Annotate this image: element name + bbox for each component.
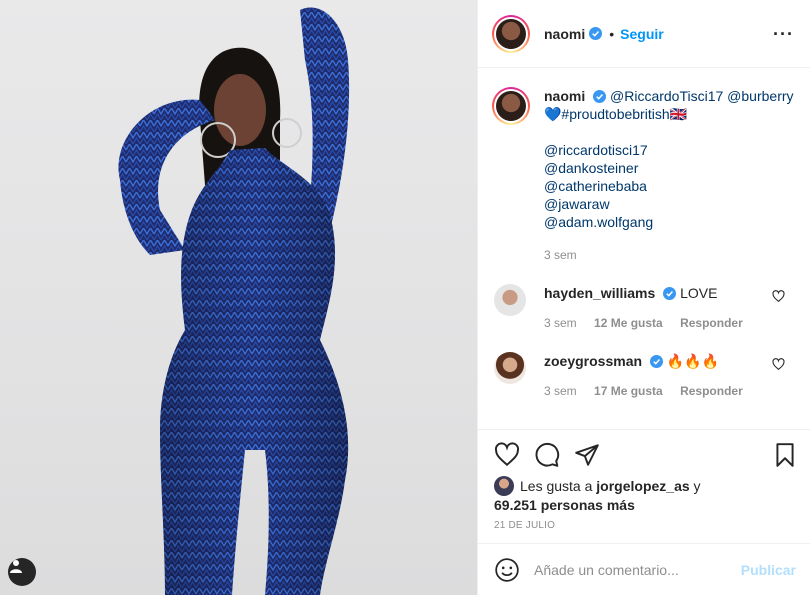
likes-connector: y xyxy=(693,478,701,494)
verified-badge-icon xyxy=(649,355,663,368)
comment-bubble-icon[interactable] xyxy=(534,442,560,468)
reply-button[interactable]: Responder xyxy=(680,384,743,398)
comment-time[interactable]: 3 sem xyxy=(544,316,577,330)
likes-summary: Les gusta a jorgelopez_as y 69.251 perso… xyxy=(494,476,794,514)
follow-button[interactable]: Seguir xyxy=(620,26,664,42)
comment-text: LOVE xyxy=(680,285,718,301)
caption-mentions[interactable]: @RiccardoTisci17 @burberry xyxy=(610,88,794,104)
post-actions xyxy=(494,440,798,470)
comment-likes[interactable]: 17 Me gusta xyxy=(594,384,663,398)
save-bookmark-icon[interactable] xyxy=(772,442,798,468)
verified-badge-icon xyxy=(663,287,677,300)
comment-avatar[interactable] xyxy=(494,352,526,384)
comment-username[interactable]: zoeygrossman xyxy=(544,353,642,369)
credit-mention[interactable]: @dankosteiner xyxy=(544,159,794,177)
reply-button[interactable]: Responder xyxy=(680,316,743,330)
post-date[interactable]: 21 DE JULIO xyxy=(494,520,555,531)
caption-username[interactable]: naomi xyxy=(544,88,585,104)
liker-username[interactable]: jorgelopez_as xyxy=(596,478,689,494)
comment-text: 🔥🔥🔥 xyxy=(666,353,720,369)
instagram-post: naomi • Seguir ··· naomi @RiccardoTisci1… xyxy=(0,0,810,595)
add-comment-bar: Publicar xyxy=(478,543,810,595)
like-heart-icon[interactable] xyxy=(494,442,520,468)
more-options-icon[interactable]: ··· xyxy=(773,25,794,43)
likes-prefix: Les gusta a xyxy=(520,478,593,494)
caption-avatar[interactable] xyxy=(492,87,530,125)
user-tag-icon xyxy=(10,560,22,573)
comment-item: zoeygrossman 🔥🔥🔥 3 sem 17 Me gusta Respo… xyxy=(478,352,810,398)
publish-button[interactable]: Publicar xyxy=(741,562,796,578)
like-comment-heart-icon[interactable] xyxy=(772,358,785,371)
comment-item: hayden_williams LOVE 3 sem 12 Me gusta R… xyxy=(478,284,810,330)
comments-list[interactable]: naomi @RiccardoTisci17 @burberry 💙#proud… xyxy=(478,69,810,430)
author-avatar[interactable] xyxy=(492,14,530,53)
credit-mention[interactable]: @catherinebaba xyxy=(544,177,794,195)
liker-avatar[interactable] xyxy=(494,476,514,496)
like-comment-heart-icon[interactable] xyxy=(772,290,785,303)
post-photo[interactable] xyxy=(0,0,477,595)
credit-mention[interactable]: @riccardotisci17 xyxy=(544,141,794,159)
post-header: naomi • Seguir ··· xyxy=(478,0,810,68)
model-illustration xyxy=(118,7,350,595)
credit-mention[interactable]: @jawaraw xyxy=(544,195,794,213)
post-side-panel: naomi • Seguir ··· naomi @RiccardoTisci1… xyxy=(477,0,810,595)
user-tag-button[interactable] xyxy=(8,558,36,586)
author-username[interactable]: naomi xyxy=(544,26,585,42)
comment-input[interactable] xyxy=(534,561,741,578)
likes-count[interactable]: 69.251 personas más xyxy=(494,497,635,513)
comment-time[interactable]: 3 sem xyxy=(544,384,577,398)
post-caption: naomi @RiccardoTisci17 @burberry 💙#proud… xyxy=(478,69,810,264)
caption-credits: @riccardotisci17 @dankosteiner @catherin… xyxy=(544,141,794,231)
caption-time: 3 sem xyxy=(544,248,577,262)
verified-badge-icon xyxy=(593,90,607,103)
comment-avatar[interactable] xyxy=(494,284,526,316)
credit-mention[interactable]: @adam.wolfgang xyxy=(544,213,794,231)
comment-likes[interactable]: 12 Me gusta xyxy=(594,316,663,330)
verified-badge-icon xyxy=(589,27,603,40)
share-paper-plane-icon[interactable] xyxy=(574,442,600,468)
header-separator: • xyxy=(609,25,615,42)
caption-hashtag[interactable]: 💙#proudtobebritish🇬🇧 xyxy=(544,106,687,122)
comment-username[interactable]: hayden_williams xyxy=(544,285,655,301)
emoji-smile-icon[interactable] xyxy=(494,557,520,583)
